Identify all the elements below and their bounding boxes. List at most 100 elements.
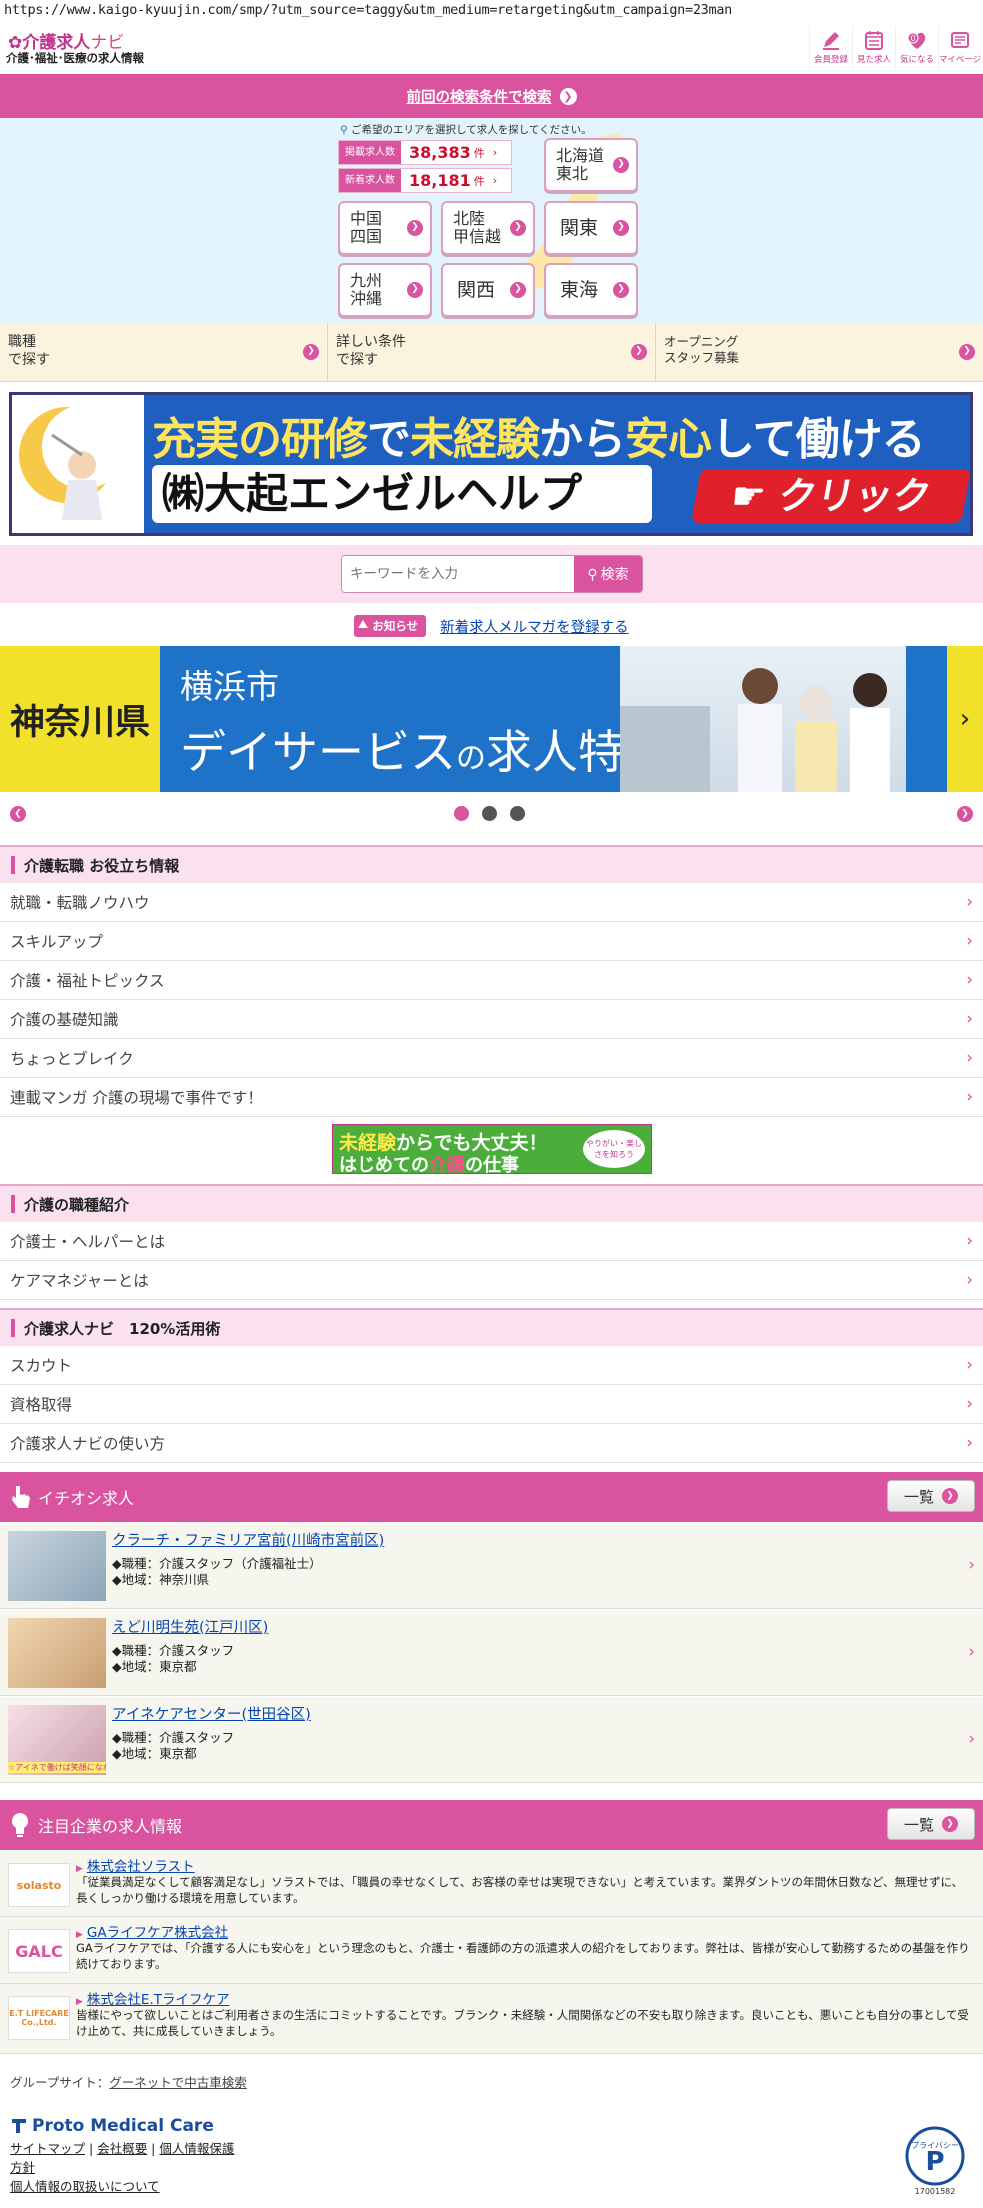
favorites-button[interactable]: 0 気になる [895, 26, 938, 70]
region-hokkaido-tohoku[interactable]: 北海道 東北 ❯ [544, 138, 638, 192]
tips-link[interactable]: 連載マンガ 介護の現場で事件です！ › [0, 1078, 983, 1117]
chevron-right-icon: › [968, 1642, 975, 1662]
tips-link[interactable]: スキルアップ › [0, 922, 983, 961]
job-title-link[interactable]: クラーチ・ファミリア宮前(川崎市宮前区) [112, 1529, 384, 1550]
usage-link[interactable]: 介護求人ナビの使い方 › [0, 1424, 983, 1463]
company-name-link[interactable]: 株式会社ソラスト [76, 1855, 195, 1875]
featured-job-item[interactable]: ☆アイネで働けば笑顔になれる☆ アイネケアセンター(世田谷区) ◆職種：介護スタ… [0, 1697, 983, 1783]
keyword-input[interactable] [342, 556, 574, 592]
section-jobtypes-header: 介護の職種紹介 [0, 1184, 983, 1222]
feature-slider[interactable]: 神奈川県 横浜市 デイサービスの求人特集 › [0, 646, 983, 792]
company-item[interactable]: E.T LIFECARE Co.,Ltd. 株式会社E.Tライフケア 皆様にやっ… [0, 1984, 983, 2054]
slide-next-arrow[interactable]: › [947, 646, 983, 792]
area-search-section: ⚲ ご希望のエリアを選択して求人を探してください。 掲載求人数 38,383 件 ›… [0, 118, 983, 324]
featured-job-item[interactable]: クラーチ・ファミリア宮前(川崎市宮前区) ◆職種：介護スタッフ（介護福祉士） ◆… [0, 1523, 983, 1609]
register-button[interactable]: 会員登録 [809, 26, 852, 70]
chevron-right-icon: › [966, 1009, 973, 1029]
tips-link[interactable]: 介護の基礎知識 › [0, 1000, 983, 1039]
area-hint-text: ご希望のエリアを選択して求人を探してください。 [351, 124, 592, 136]
region-kanto[interactable]: 関東 ❯ [544, 201, 638, 255]
search-icon: ⚲ [587, 565, 598, 582]
new-count: 新着求人数 18,181 件 › [338, 168, 512, 193]
group-sites-label: グループサイト： [10, 2075, 110, 2090]
banner-click-button[interactable]: ☛ クリック [691, 469, 970, 523]
footer-link-personal-info[interactable]: 個人情報の取扱いについて [10, 2179, 160, 2194]
mid-banner-line2: はじめての介護の仕事 [339, 1155, 519, 1176]
job-title-link[interactable]: アイネケアセンター(世田谷区) [112, 1703, 311, 1724]
slider-dot-3[interactable] [510, 806, 525, 821]
company-name-link[interactable]: 株式会社E.Tライフケア [76, 1988, 230, 2008]
chevron-right-icon: › [968, 1555, 975, 1575]
jobtype-link[interactable]: ケアマネジャーとは › [0, 1261, 983, 1300]
slider-prev-button[interactable]: ❮ [10, 806, 26, 822]
usage-link[interactable]: スカウト › [0, 1346, 983, 1385]
slider-dots [454, 806, 525, 821]
footer-link-sitemap[interactable]: サイトマップ [10, 2141, 85, 2156]
company-description: 「従業員満足なくして顧客満足なし」ソラストでは、「職員の幸せなくして、お客様の幸… [76, 1875, 964, 1905]
slide-staff-photo [620, 646, 906, 792]
mypage-button[interactable]: マイページ [938, 26, 981, 70]
company-name-link[interactable]: GAライフケア株式会社 [76, 1921, 228, 1941]
chevron-right-icon: ❯ [942, 1488, 958, 1504]
browser-url[interactable]: https://www.kaigo-kyuujin.com/smp/?utm_s… [0, 0, 983, 22]
mypage-icon [951, 32, 969, 48]
footer-link-policy[interactable]: 方針 [10, 2160, 35, 2175]
slider-dot-2[interactable] [482, 806, 497, 821]
company-item[interactable]: solasto 株式会社ソラスト 「従業員満足なくして顧客満足なし」ソラストでは… [0, 1851, 983, 1917]
region-hokuriku-koshinetsu[interactable]: 北陸 甲信越 ❯ [441, 201, 535, 255]
chevron-right-icon: › [966, 1270, 973, 1290]
tips-link[interactable]: 介護・福祉トピックス › [0, 961, 983, 1000]
slider-dot-1[interactable] [454, 806, 469, 821]
search-by-jobtype[interactable]: 職種 で探す ❯ [0, 324, 328, 381]
proto-medical-care-logo[interactable]: Proto Medical Care [10, 2116, 610, 2136]
search-opening-staff[interactable]: オープニング スタッフ募集 ❯ [656, 324, 983, 381]
search-by-conditions[interactable]: 詳しい条件 で探す ❯ [328, 324, 656, 381]
chevron-right-icon: ❯ [303, 344, 319, 360]
lightbulb-icon [12, 1813, 28, 1837]
chevron-right-icon: › [966, 1433, 973, 1453]
previous-search-button[interactable]: 前回の検索条件で検索 ❯ [0, 74, 983, 118]
slide-title: デイサービスの求人特集 [180, 725, 670, 779]
company-logo: E.T LIFECARE Co.,Ltd. [8, 1996, 70, 2040]
slide-city: 横浜市 [180, 667, 279, 706]
tips-link[interactable]: 就職・転職ノウハウ › [0, 883, 983, 922]
svg-text:P: P [925, 2147, 944, 2177]
thumb-caption: ☆アイネで働けば笑顔になれる☆ [8, 1762, 106, 1773]
region-chugoku-shikoku[interactable]: 中国 四国 ❯ [338, 201, 432, 255]
job-area: ◆地域：神奈川県 [112, 1572, 210, 1587]
beginner-guide-banner[interactable]: 未経験からでも大丈夫！ はじめての介護の仕事 やりがい・楽しさを知ろう [332, 1124, 652, 1176]
region-kyushu-okinawa[interactable]: 九州 沖縄 ❯ [338, 263, 432, 317]
keyword-search-button[interactable]: ⚲ 検索 [574, 556, 642, 592]
company-item[interactable]: GALC GAライフケア株式会社 GAライフケアでは、「介護する人にも安心を」と… [0, 1917, 983, 1984]
region-kansai[interactable]: 関西 ❯ [441, 263, 535, 317]
footer-link-privacy-policy[interactable]: 個人情報保護 [159, 2141, 234, 2156]
viewed-jobs-button[interactable]: 見た求人 [852, 26, 895, 70]
newsletter-link[interactable]: 新着求人メルマガを登録する [440, 616, 629, 637]
region-tokai[interactable]: 東海 ❯ [544, 263, 638, 317]
posted-count-value: 38,383 [409, 143, 471, 162]
footer-link-company[interactable]: 会社概要 [97, 2141, 147, 2156]
chevron-right-icon: › [966, 1231, 973, 1251]
featured-job-item[interactable]: えど川明生苑(江戸川区) ◆職種：介護スタッフ ◆地域：東京都 › [0, 1610, 983, 1696]
slider-next-button[interactable]: ❯ [957, 806, 973, 822]
companies-list-button[interactable]: 一覧 ❯ [887, 1808, 975, 1840]
promo-banner-angelhelp[interactable]: 充実の研修で未経験から安心して働ける ㈱大起エンゼルヘルプ ☛ クリック [9, 392, 973, 536]
job-title-link[interactable]: えど川明生苑(江戸川区) [112, 1616, 268, 1637]
map-pin-icon: ⚲ [340, 124, 348, 136]
chevron-right-icon: › [966, 970, 973, 990]
company-description: 皆様にやって欲しいことはご利用者さまの生活にコミットすることです。ブランク・未経… [76, 2008, 969, 2038]
notice-bar: お知らせ 新着求人メルマガを登録する [0, 608, 983, 644]
tips-link[interactable]: ちょっとブレイク › [0, 1039, 983, 1078]
featured-list-button[interactable]: 一覧 ❯ [887, 1480, 975, 1512]
privacy-mark-icon: プライバシー P 17001582 [905, 2126, 965, 2196]
featured-jobs-header: イチオシ求人 一覧 ❯ [0, 1472, 983, 1522]
usage-link[interactable]: 資格取得 › [0, 1385, 983, 1424]
goo-net-link[interactable]: グーネットで中古車検索 [109, 2075, 247, 2090]
jobtype-link[interactable]: 介護士・ヘルパーとは › [0, 1222, 983, 1261]
chevron-right-icon: › [492, 174, 498, 187]
notice-badge: お知らせ [354, 615, 427, 637]
chevron-right-icon: › [966, 1394, 973, 1414]
chevron-right-icon: › [966, 1048, 973, 1068]
job-thumbnail: ☆アイネで働けば笑顔になれる☆ [8, 1705, 106, 1775]
heart-icon: 0 [907, 32, 926, 49]
